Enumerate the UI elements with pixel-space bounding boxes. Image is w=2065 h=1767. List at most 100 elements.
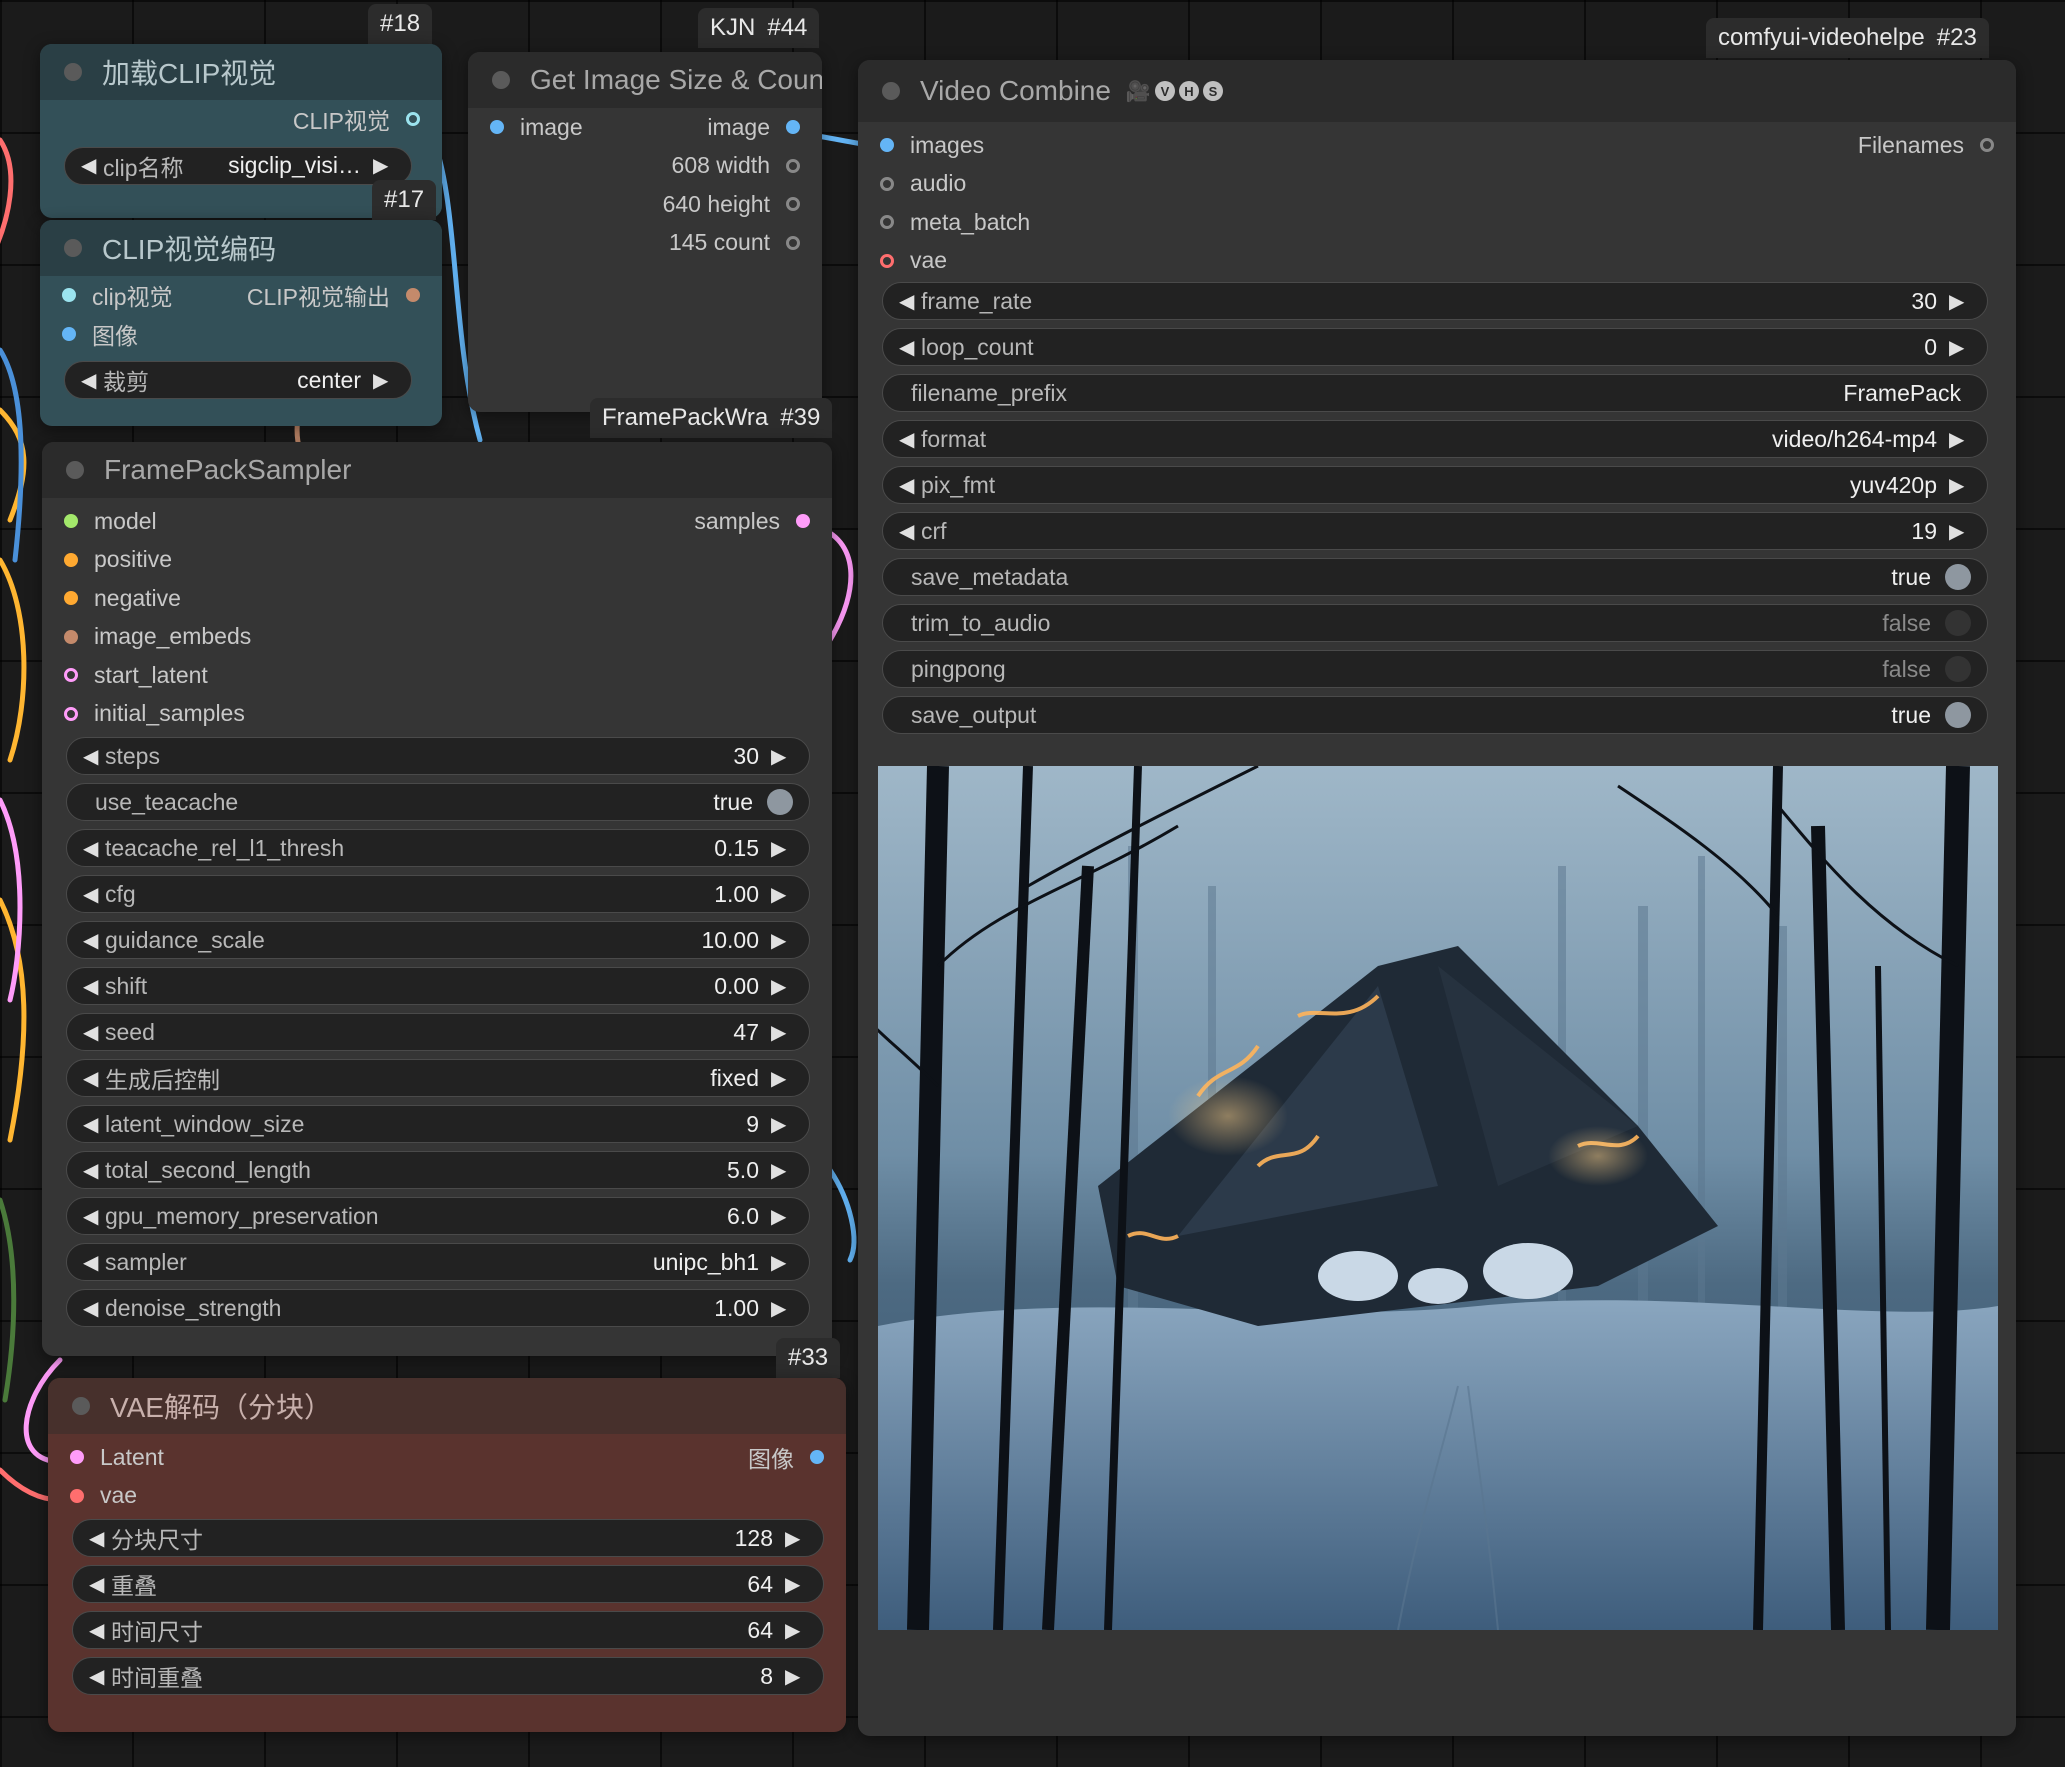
increment-arrow-icon[interactable]: ▶ bbox=[373, 153, 395, 178]
combo-widget-sampler[interactable]: ◀ sampler unipc_bh1 ▶ bbox=[66, 1243, 810, 1281]
increment-arrow-icon[interactable]: ▶ bbox=[771, 1204, 793, 1229]
node-title-bar[interactable]: Get Image Size & Count bbox=[468, 52, 822, 108]
increment-arrow-icon[interactable]: ▶ bbox=[771, 1296, 793, 1321]
decrement-arrow-icon[interactable]: ◀ bbox=[83, 1158, 105, 1183]
increment-arrow-icon[interactable]: ▶ bbox=[771, 836, 793, 861]
collapse-dot-icon[interactable] bbox=[66, 461, 84, 479]
increment-arrow-icon[interactable]: ▶ bbox=[771, 1112, 793, 1137]
decrement-arrow-icon[interactable]: ◀ bbox=[899, 519, 921, 544]
decrement-arrow-icon[interactable]: ◀ bbox=[899, 427, 921, 452]
number-widget-denoise-strength[interactable]: ◀ denoise_strength 1.00 ▶ bbox=[66, 1289, 810, 1327]
number-widget-overlap[interactable]: ◀ 重叠 64 ▶ bbox=[72, 1565, 824, 1603]
input-socket-model[interactable] bbox=[64, 514, 78, 529]
number-widget-total-second-length[interactable]: ◀ total_second_length 5.0 ▶ bbox=[66, 1151, 810, 1189]
increment-arrow-icon[interactable]: ▶ bbox=[785, 1572, 807, 1597]
output-socket-clip-vision-output[interactable] bbox=[406, 288, 420, 303]
decrement-arrow-icon[interactable]: ◀ bbox=[83, 744, 105, 769]
input-socket-image[interactable] bbox=[62, 326, 76, 341]
input-socket-negative[interactable] bbox=[64, 591, 78, 606]
number-widget-loop-count[interactable]: ◀ loop_count 0 ▶ bbox=[882, 328, 1988, 366]
output-socket-width[interactable] bbox=[786, 158, 800, 173]
decrement-arrow-icon[interactable]: ◀ bbox=[89, 1572, 111, 1597]
output-socket-clip-vision[interactable] bbox=[406, 112, 420, 127]
collapse-dot-icon[interactable] bbox=[64, 239, 82, 257]
text-widget-filename-prefix[interactable]: filename_prefix FramePack bbox=[882, 374, 1988, 412]
video-preview[interactable] bbox=[878, 766, 1998, 1630]
decrement-arrow-icon[interactable]: ◀ bbox=[83, 836, 105, 861]
output-socket-samples[interactable] bbox=[796, 514, 810, 529]
number-widget-steps[interactable]: ◀ steps 30 ▶ bbox=[66, 737, 810, 775]
input-socket-meta-batch[interactable] bbox=[880, 215, 894, 230]
increment-arrow-icon[interactable]: ▶ bbox=[771, 882, 793, 907]
toggle-on-icon[interactable] bbox=[767, 789, 793, 815]
toggle-widget-trim-to-audio[interactable]: trim_to_audio false bbox=[882, 604, 1988, 642]
increment-arrow-icon[interactable]: ▶ bbox=[771, 928, 793, 953]
number-widget-gpu-memory-preservation[interactable]: ◀ gpu_memory_preservation 6.0 ▶ bbox=[66, 1197, 810, 1235]
node-vae-decode-tiled[interactable]: VAE解码（分块） Latent 图像 vae ◀ 分块尺寸 128 ▶ ◀ 重… bbox=[48, 1378, 846, 1732]
decrement-arrow-icon[interactable]: ◀ bbox=[83, 974, 105, 999]
input-socket-clip-vision[interactable] bbox=[62, 288, 76, 303]
input-socket-start-latent[interactable] bbox=[64, 668, 78, 683]
toggle-off-icon[interactable] bbox=[1945, 656, 1971, 682]
toggle-off-icon[interactable] bbox=[1945, 610, 1971, 636]
output-socket-image[interactable] bbox=[786, 120, 800, 135]
decrement-arrow-icon[interactable]: ◀ bbox=[83, 928, 105, 953]
increment-arrow-icon[interactable]: ▶ bbox=[771, 974, 793, 999]
output-socket-height[interactable] bbox=[786, 197, 800, 212]
number-widget-crf[interactable]: ◀ crf 19 ▶ bbox=[882, 512, 1988, 550]
combo-widget-format[interactable]: ◀ format video/h264-mp4 ▶ bbox=[882, 420, 1988, 458]
increment-arrow-icon[interactable]: ▶ bbox=[785, 1618, 807, 1643]
node-clip-vision-encode[interactable]: CLIP视觉编码 clip视觉 CLIP视觉输出 图像 ◀ 裁剪 center … bbox=[40, 220, 442, 426]
toggle-widget-pingpong[interactable]: pingpong false bbox=[882, 650, 1988, 688]
number-widget-frame-rate[interactable]: ◀ frame_rate 30 ▶ bbox=[882, 282, 1988, 320]
input-socket-images[interactable] bbox=[880, 138, 894, 153]
increment-arrow-icon[interactable]: ▶ bbox=[1949, 289, 1971, 314]
combo-widget-control-after-generate[interactable]: ◀ 生成后控制 fixed ▶ bbox=[66, 1059, 810, 1097]
number-widget-latent-window-size[interactable]: ◀ latent_window_size 9 ▶ bbox=[66, 1105, 810, 1143]
collapse-dot-icon[interactable] bbox=[72, 1397, 90, 1415]
output-socket-count[interactable] bbox=[786, 235, 800, 250]
decrement-arrow-icon[interactable]: ◀ bbox=[83, 1066, 105, 1091]
increment-arrow-icon[interactable]: ▶ bbox=[785, 1526, 807, 1551]
number-widget-cfg[interactable]: ◀ cfg 1.00 ▶ bbox=[66, 875, 810, 913]
node-title-bar[interactable]: Video Combine 🎥 V H S bbox=[858, 60, 2016, 122]
node-title-bar[interactable]: FramePackSampler bbox=[42, 442, 832, 498]
toggle-widget-use-teacache[interactable]: use_teacache true bbox=[66, 783, 810, 821]
increment-arrow-icon[interactable]: ▶ bbox=[771, 1020, 793, 1045]
combo-widget-clip-name[interactable]: ◀ clip名称 sigclip_visi… ▶ bbox=[64, 146, 412, 185]
number-widget-guidance-scale[interactable]: ◀ guidance_scale 10.00 ▶ bbox=[66, 921, 810, 959]
decrement-arrow-icon[interactable]: ◀ bbox=[83, 1020, 105, 1045]
decrement-arrow-icon[interactable]: ◀ bbox=[83, 882, 105, 907]
increment-arrow-icon[interactable]: ▶ bbox=[1949, 335, 1971, 360]
number-widget-tile-size[interactable]: ◀ 分块尺寸 128 ▶ bbox=[72, 1519, 824, 1557]
decrement-arrow-icon[interactable]: ◀ bbox=[89, 1664, 111, 1689]
output-socket-filenames[interactable] bbox=[1980, 138, 1994, 153]
decrement-arrow-icon[interactable]: ◀ bbox=[899, 335, 921, 360]
increment-arrow-icon[interactable]: ▶ bbox=[373, 368, 395, 393]
decrement-arrow-icon[interactable]: ◀ bbox=[899, 473, 921, 498]
decrement-arrow-icon[interactable]: ◀ bbox=[899, 289, 921, 314]
input-socket-positive[interactable] bbox=[64, 552, 78, 567]
output-socket-image[interactable] bbox=[810, 1450, 824, 1465]
collapse-dot-icon[interactable] bbox=[882, 82, 900, 100]
decrement-arrow-icon[interactable]: ◀ bbox=[81, 368, 103, 393]
input-socket-vae[interactable] bbox=[70, 1488, 84, 1503]
toggle-on-icon[interactable] bbox=[1945, 564, 1971, 590]
decrement-arrow-icon[interactable]: ◀ bbox=[89, 1618, 111, 1643]
number-widget-shift[interactable]: ◀ shift 0.00 ▶ bbox=[66, 967, 810, 1005]
increment-arrow-icon[interactable]: ▶ bbox=[771, 744, 793, 769]
node-title-bar[interactable]: CLIP视觉编码 bbox=[40, 220, 442, 276]
increment-arrow-icon[interactable]: ▶ bbox=[771, 1158, 793, 1183]
node-video-combine[interactable]: Video Combine 🎥 V H S images Filenames a… bbox=[858, 60, 2016, 1736]
input-socket-initial-samples[interactable] bbox=[64, 706, 78, 721]
toggle-widget-save-output[interactable]: save_output true bbox=[882, 696, 1988, 734]
decrement-arrow-icon[interactable]: ◀ bbox=[83, 1112, 105, 1137]
number-widget-temporal-size[interactable]: ◀ 时间尺寸 64 ▶ bbox=[72, 1611, 824, 1649]
node-title-bar[interactable]: VAE解码（分块） bbox=[48, 1378, 846, 1434]
decrement-arrow-icon[interactable]: ◀ bbox=[83, 1250, 105, 1275]
number-widget-temporal-overlap[interactable]: ◀ 时间重叠 8 ▶ bbox=[72, 1657, 824, 1695]
number-widget-seed[interactable]: ◀ seed 47 ▶ bbox=[66, 1013, 810, 1051]
increment-arrow-icon[interactable]: ▶ bbox=[771, 1066, 793, 1091]
input-socket-image-embeds[interactable] bbox=[64, 629, 78, 644]
input-socket-image[interactable] bbox=[490, 120, 504, 135]
